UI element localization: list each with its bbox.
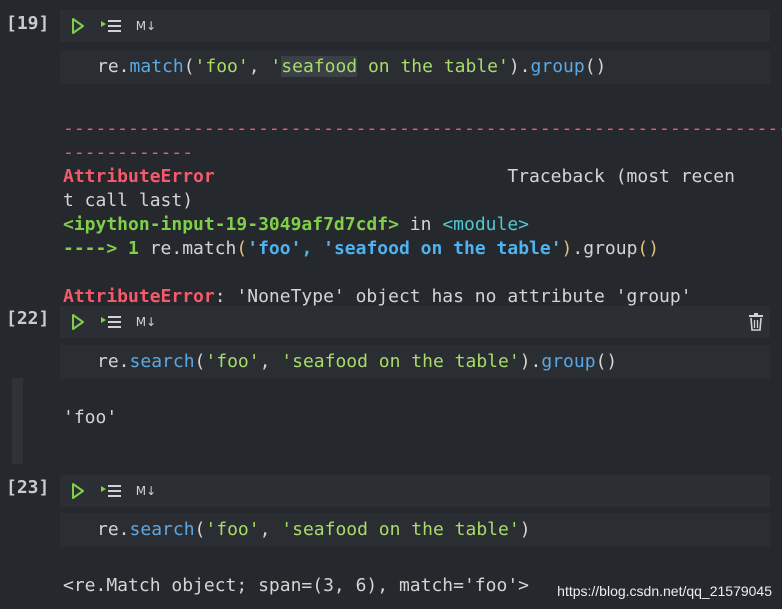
notebook-cell-19[interactable]: [19] M↓ re.match('foo', 'seafood on the … [0, 0, 782, 307]
play-icon[interactable] [68, 481, 88, 501]
execution-count: [19] [6, 13, 50, 34]
code-editor[interactable]: re.match('foo', 'seafood on the table').… [60, 50, 770, 84]
markdown-toggle[interactable]: M↓ [134, 16, 158, 36]
notebook-cell-22[interactable]: [22] M↓ re.search('foo', 'seafood on the… [0, 300, 782, 465]
markdown-toggle[interactable]: M↓ [134, 481, 158, 501]
cell-toolbar: M↓ [60, 475, 770, 507]
code-line: re.search('foo', 'seafood on the table') [97, 519, 531, 540]
execution-count: [22] [6, 308, 50, 329]
code-editor[interactable]: re.search('foo', 'seafood on the table')… [60, 345, 770, 379]
play-icon[interactable] [68, 16, 88, 36]
run-by-line-icon[interactable] [98, 481, 124, 501]
error-output: ----------------------------------------… [63, 118, 782, 307]
cell-toolbar: M↓ [60, 306, 770, 338]
cell-output: 'foo' [63, 407, 118, 428]
watermark: https://blog.csdn.net/qq_21579045 [557, 583, 772, 599]
run-by-line-icon[interactable] [98, 16, 124, 36]
code-line: re.match('foo', 'seafood on the table').… [97, 56, 607, 77]
run-by-line-icon[interactable] [98, 312, 124, 332]
trash-icon[interactable] [746, 312, 766, 332]
cell-output: <re.Match object; span=(3, 6), match='fo… [63, 575, 529, 596]
execution-count: [23] [6, 477, 50, 498]
play-icon[interactable] [68, 312, 88, 332]
code-line: re.search('foo', 'seafood on the table')… [97, 351, 618, 372]
code-editor[interactable]: re.search('foo', 'seafood on the table') [60, 513, 770, 547]
markdown-toggle[interactable]: M↓ [134, 312, 158, 332]
cell-toolbar: M↓ [60, 10, 770, 42]
output-collapse-bar[interactable] [12, 378, 23, 464]
